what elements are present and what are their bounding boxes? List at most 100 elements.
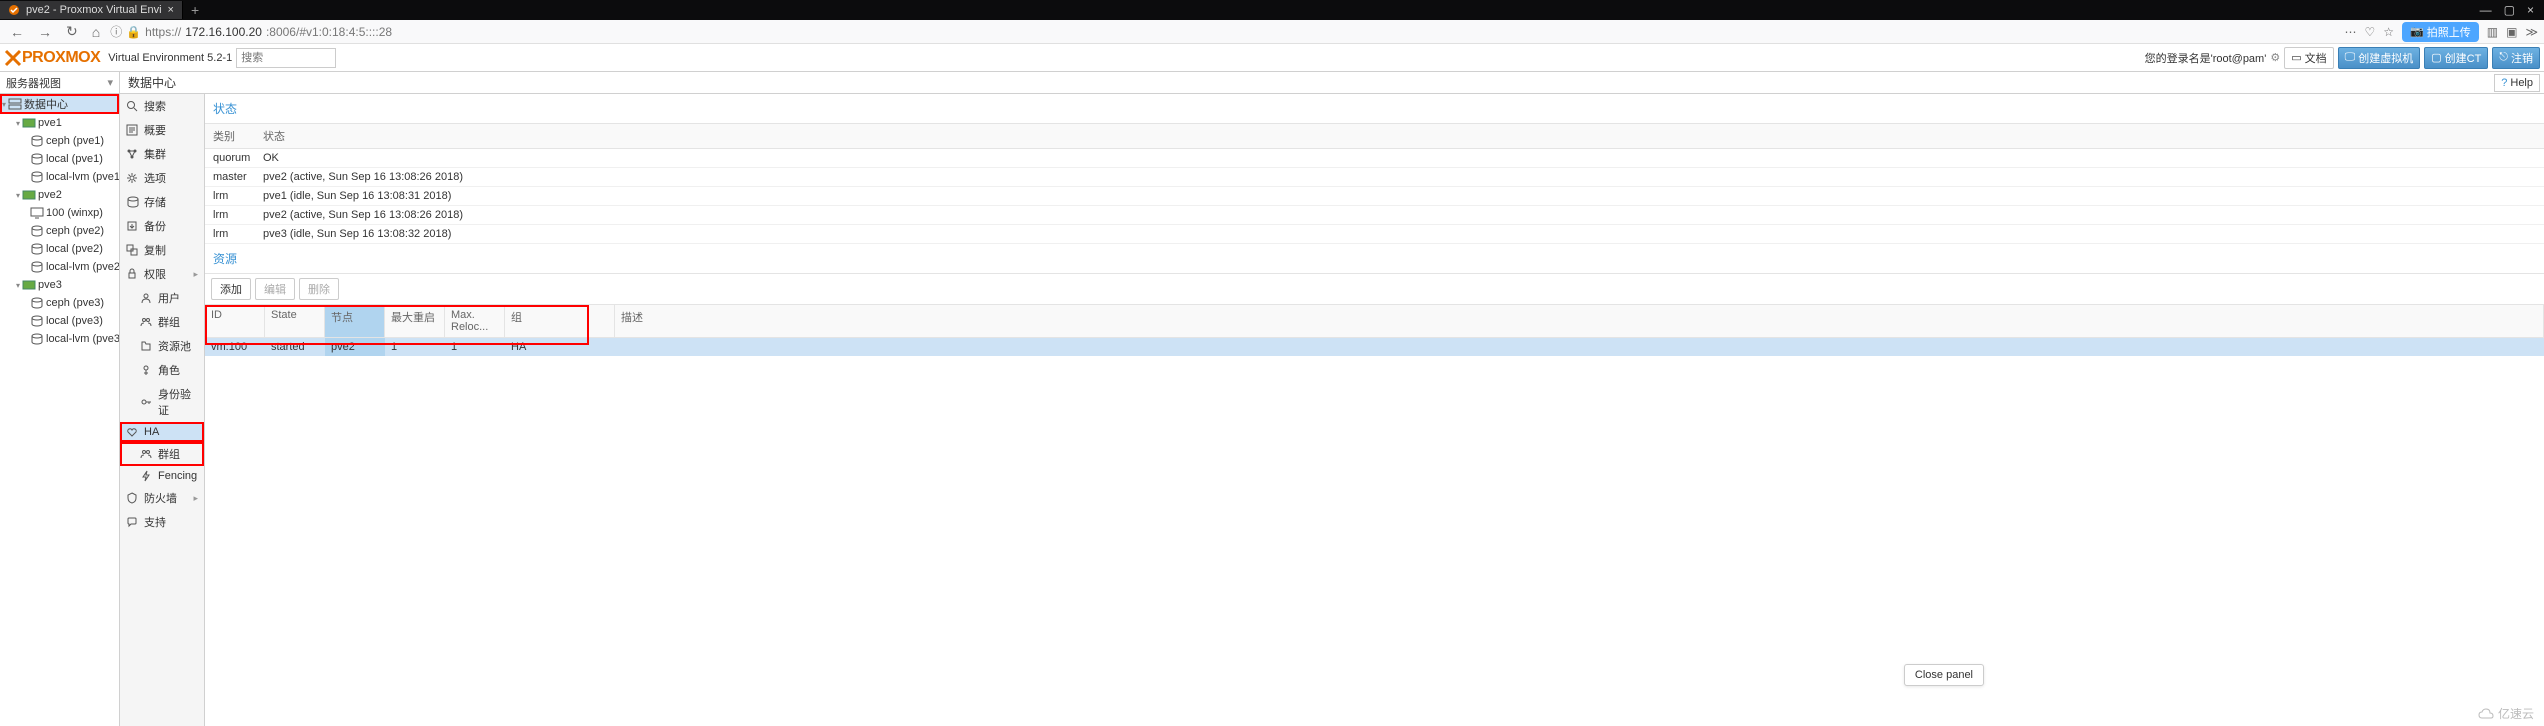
cfg-item-label: 群组 xyxy=(158,314,180,330)
status-row[interactable]: lrmpve3 (idle, Sun Sep 16 13:08:32 2018) xyxy=(205,225,2544,244)
cfg-item-存储[interactable]: 存储 xyxy=(120,190,204,214)
status-row[interactable]: quorumOK xyxy=(205,149,2544,168)
cfg-item-群组[interactable]: 群组 xyxy=(120,310,204,334)
status-row[interactable]: lrmpve1 (idle, Sun Sep 16 13:08:31 2018) xyxy=(205,187,2544,206)
cfg-item-身份验证[interactable]: 身份验证 xyxy=(120,382,204,422)
resources-toolbar: 添加 编辑 删除 xyxy=(205,274,2544,305)
tree-item[interactable]: local (pve2) xyxy=(0,240,119,258)
home-button[interactable]: ⌂ xyxy=(88,22,104,42)
col-state[interactable]: State xyxy=(265,305,325,337)
remove-button[interactable]: 删除 xyxy=(299,278,339,300)
cfg-item-搜索[interactable]: 搜索 xyxy=(120,94,204,118)
cfg-item-资源池[interactable]: 资源池 xyxy=(120,334,204,358)
tree-item[interactable]: ceph (pve1) xyxy=(0,132,119,150)
cfg-item-HA[interactable]: HA xyxy=(120,422,204,442)
resource-row[interactable]: vm:100startedpve211HA xyxy=(205,338,2544,356)
proxmox-logo[interactable]: PROXMOX xyxy=(4,49,100,67)
status-section-title: 状态 xyxy=(205,94,2544,124)
tab-close-icon[interactable]: × xyxy=(168,4,174,16)
browser-tab[interactable]: pve2 - Proxmox Virtual Envi × xyxy=(0,1,183,19)
expand-icon[interactable]: ▾ xyxy=(16,281,20,290)
camera-icon: 📷 xyxy=(2410,25,2424,38)
expand-icon[interactable]: ▾ xyxy=(2,100,6,109)
back-button[interactable]: ← xyxy=(6,22,28,42)
col-maxrestart[interactable]: 最大重启 xyxy=(385,305,445,337)
status-type: lrm xyxy=(205,187,255,205)
node-icon xyxy=(22,278,36,292)
cfg-item-选项[interactable]: 选项 xyxy=(120,166,204,190)
logout-button[interactable]: ⎋注销 xyxy=(2492,47,2540,69)
global-search-input[interactable] xyxy=(236,48,336,68)
cfg-item-权限[interactable]: 权限▸ xyxy=(120,262,204,286)
tree-item-label: pve3 xyxy=(38,279,62,291)
create-ct-button[interactable]: ▢创建CT xyxy=(2424,47,2488,69)
tree-item[interactable]: ▾ 数据中心 xyxy=(0,94,119,114)
tree-item-label: 数据中心 xyxy=(24,96,68,112)
status-row[interactable]: lrmpve2 (active, Sun Sep 16 13:08:26 201… xyxy=(205,206,2544,225)
bookmark-icon[interactable]: ☆ xyxy=(2383,25,2394,39)
cfg-item-群组[interactable]: 群组 xyxy=(120,442,204,466)
tree-item[interactable]: ceph (pve2) xyxy=(0,222,119,240)
add-button[interactable]: 添加 xyxy=(211,278,251,300)
sidebar-icon[interactable]: ▣ xyxy=(2506,25,2517,39)
tree-item-label: pve1 xyxy=(38,117,62,129)
site-info-icon[interactable]: ⓘ xyxy=(110,23,122,40)
cfg-item-Fencing[interactable]: Fencing xyxy=(120,466,204,486)
tree-item[interactable]: ceph (pve3) xyxy=(0,294,119,312)
status-value: pve3 (idle, Sun Sep 16 13:08:32 2018) xyxy=(255,225,2544,243)
tab-favicon xyxy=(8,4,20,16)
favorite-icon[interactable]: ♡ xyxy=(2365,25,2376,39)
menu-dots-icon[interactable]: ⋯ xyxy=(2345,25,2357,39)
cfg-item-支持[interactable]: 支持 xyxy=(120,510,204,534)
create-vm-button[interactable]: 🖵创建虚拟机 xyxy=(2338,47,2421,69)
window-controls: — ▢ × xyxy=(2480,3,2544,17)
help-icon: ? xyxy=(2501,77,2507,89)
cfg-item-角色[interactable]: 角色 xyxy=(120,358,204,382)
tree-item[interactable]: local-lvm (pve3) xyxy=(0,330,119,348)
expand-icon[interactable]: ▾ xyxy=(16,119,20,128)
col-group[interactable]: 组 xyxy=(505,305,615,337)
tree-item[interactable]: local (pve1) xyxy=(0,150,119,168)
resources-header: ID State 节点 最大重启 Max. Reloc... 组 描述 xyxy=(205,305,2544,338)
edit-button[interactable]: 编辑 xyxy=(255,278,295,300)
cfg-item-概要[interactable]: 概要 xyxy=(120,118,204,142)
help-button[interactable]: ?Help xyxy=(2494,74,2540,92)
col-node[interactable]: 节点 xyxy=(325,305,385,337)
cfg-item-集群[interactable]: 集群 xyxy=(120,142,204,166)
cfg-item-用户[interactable]: 用户 xyxy=(120,286,204,310)
close-window-icon[interactable]: × xyxy=(2527,3,2534,17)
status-row[interactable]: masterpve2 (active, Sun Sep 16 13:08:26 … xyxy=(205,168,2544,187)
view-selector[interactable]: 服务器视图 ▾ xyxy=(0,72,120,93)
reload-button[interactable]: ↻ xyxy=(62,21,82,42)
cell-group: HA xyxy=(505,338,615,356)
tree-item[interactable]: 100 (winxp) xyxy=(0,204,119,222)
expand-icon[interactable]: ▾ xyxy=(16,191,20,200)
tree-item[interactable]: local-lvm (pve2) xyxy=(0,258,119,276)
gear-icon[interactable]: ⚙ xyxy=(2270,51,2280,64)
forward-button[interactable]: → xyxy=(34,22,56,42)
new-tab-button[interactable]: + xyxy=(183,2,207,18)
col-desc[interactable]: 描述 xyxy=(615,305,2544,337)
cell-node: pve2 xyxy=(325,338,385,356)
cfg-item-备份[interactable]: 备份 xyxy=(120,214,204,238)
cell-maxrel: 1 xyxy=(445,338,505,356)
library-icon[interactable]: ▥ xyxy=(2487,25,2498,39)
minimize-icon[interactable]: — xyxy=(2480,3,2492,17)
col-maxrelocate[interactable]: Max. Reloc... xyxy=(445,305,505,337)
url-field[interactable]: ⓘ 🔒 https://172.16.100.20:8006/#v1:0:18:… xyxy=(110,23,2338,40)
tree-item[interactable]: ▾ pve3 xyxy=(0,276,119,294)
col-id[interactable]: ID xyxy=(205,305,265,337)
url-scheme: https:// xyxy=(145,25,181,39)
maximize-icon[interactable]: ▢ xyxy=(2504,3,2515,17)
upload-screenshot-button[interactable]: 📷拍照上传 xyxy=(2402,22,2479,42)
cfg-item-防火墙[interactable]: 防火墙▸ xyxy=(120,486,204,510)
tree-item[interactable]: local-lvm (pve1) xyxy=(0,168,119,186)
tree-item[interactable]: ▾ pve1 xyxy=(0,114,119,132)
overflow-icon[interactable]: ≫ xyxy=(2525,25,2538,39)
close-panel-button[interactable]: Close panel xyxy=(1904,664,1984,686)
tree-item[interactable]: ▾pve2 xyxy=(0,186,119,204)
status-value: pve2 (active, Sun Sep 16 13:08:26 2018) xyxy=(255,168,2544,186)
docs-button[interactable]: ▭文档 xyxy=(2284,47,2333,69)
cfg-item-复制[interactable]: 复制 xyxy=(120,238,204,262)
tree-item[interactable]: local (pve3) xyxy=(0,312,119,330)
